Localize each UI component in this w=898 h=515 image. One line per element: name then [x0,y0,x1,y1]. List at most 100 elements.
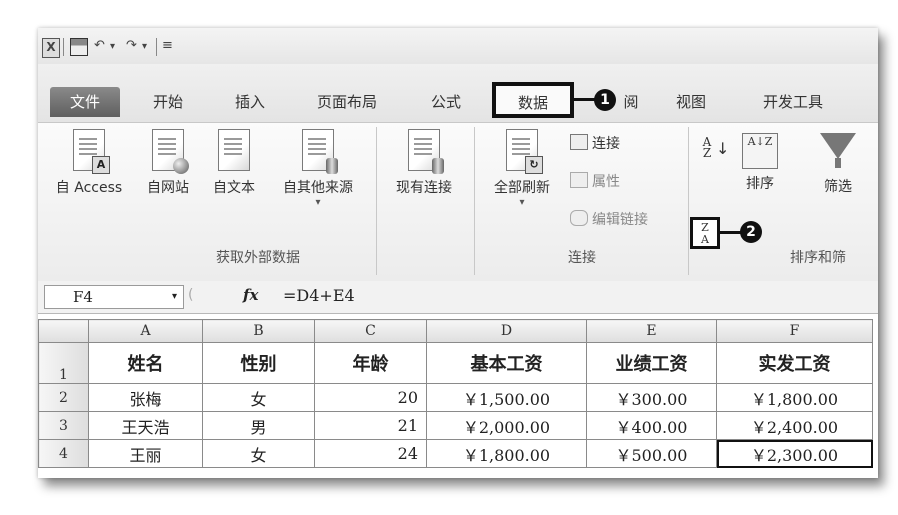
cell[interactable]: 基本工资 [426,342,587,384]
cell[interactable]: 业绩工资 [586,342,717,384]
customize-qat-icon[interactable]: ≡ [162,38,173,56]
excel-logo-icon[interactable]: X [42,38,60,58]
formula-input[interactable]: =D4+E4 [283,284,355,308]
column-header[interactable]: E [586,319,717,343]
properties-button[interactable]: 属性 [570,171,620,191]
select-all-corner[interactable] [38,319,89,343]
tab-data[interactable]: 数据 [492,82,574,118]
cell[interactable]: 王丽 [88,439,203,468]
table-row: 1 姓名 性别 年龄 基本工资 业绩工资 实发工资 [38,342,873,384]
sort-ascending-button[interactable]: AZ [698,136,716,159]
row-header[interactable]: 3 [38,411,89,440]
cell[interactable]: 20 [314,383,427,412]
undo-icon[interactable]: ↶ [94,38,105,56]
cell[interactable]: ￥1,500.00 [426,383,587,412]
tab-file[interactable]: 文件 [50,87,120,117]
from-access-button[interactable]: A 自 Access [46,129,132,197]
refresh-all-label: 全部刷新 [494,180,550,196]
cell[interactable]: 男 [202,411,315,440]
cell[interactable]: ￥400.00 [586,411,717,440]
row-header[interactable]: 2 [38,383,89,412]
tab-insert[interactable]: 插入 [220,87,280,117]
sort-button[interactable]: A↓Z 排序 [734,133,786,193]
quick-access-toolbar: X ↶ ▾ ↷ ▾ ≡ [38,28,878,64]
cell[interactable]: 年龄 [314,342,427,384]
cell[interactable]: 24 [314,439,427,468]
chevron-down-icon: ▾ [315,197,321,208]
from-text-button[interactable]: 自文本 [204,129,264,197]
column-header[interactable]: A [88,319,203,343]
tab-review[interactable]: 阅 [616,87,646,117]
column-header[interactable]: C [314,319,427,343]
existing-connections-icon [408,129,444,174]
tab-formulas[interactable]: 公式 [416,87,476,117]
cell[interactable]: ￥1,800.00 [716,383,873,412]
edit-links-label: 编辑链接 [592,212,648,228]
cell[interactable]: 张梅 [88,383,203,412]
web-icon [152,129,189,174]
sort-descending-button[interactable]: ZA [690,217,720,249]
chevron-down-icon[interactable]: ▾ [172,286,177,308]
cell[interactable]: 王天浩 [88,411,203,440]
redo-icon[interactable]: ↷ [126,38,137,56]
row-header[interactable]: 1 [38,342,89,384]
from-other-sources-button[interactable]: 自其他来源 ▾ [270,129,366,208]
formula-separator-icon: ( [188,287,194,303]
qat-separator [156,38,157,56]
cell[interactable]: ￥2,400.00 [716,411,873,440]
sort-ascending-arrow-icon: ↓ [716,139,730,158]
cell[interactable]: ￥300.00 [586,383,717,412]
callout-line-1 [574,98,596,101]
cell[interactable]: ￥2,000.00 [426,411,587,440]
from-other-label: 自其他来源 [283,180,353,196]
spreadsheet-grid: A B C D E F 1 姓名 性别 年龄 基本工资 业绩工资 实发工资 2 … [38,319,878,468]
from-web-button[interactable]: 自网站 [138,129,198,197]
row-header[interactable]: 4 [38,439,89,468]
name-box-value: F4 [73,288,93,306]
tab-home[interactable]: 开始 [138,87,198,117]
callout-line-2 [720,231,742,234]
edit-links-button[interactable]: 编辑链接 [570,209,648,229]
column-header[interactable]: D [426,319,587,343]
cell[interactable]: 姓名 [88,342,203,384]
refresh-icon: ↻ [506,129,543,174]
insert-function-icon[interactable]: fx [243,286,258,304]
refresh-all-button[interactable]: ↻ 全部刷新 ▾ [482,129,562,208]
cell[interactable]: 女 [202,439,315,468]
redo-dropdown-icon[interactable]: ▾ [142,41,147,59]
column-header[interactable]: B [202,319,315,343]
selected-cell-f4[interactable]: ￥2,300.00 [716,439,873,468]
sort-label: 排序 [746,176,774,192]
tab-view[interactable]: 视图 [666,87,716,117]
cell[interactable]: 女 [202,383,315,412]
ribbon-data: A 自 Access 自网站 自文本 自其他来源 ▾ 现有连接 获取外部数据 ↻… [38,122,878,282]
from-web-label: 自网站 [147,180,189,196]
cell[interactable]: 实发工资 [716,342,873,384]
tab-developer[interactable]: 开发工具 [748,87,838,117]
group-label-get-external: 获取外部数据 [216,250,300,266]
cell[interactable]: 21 [314,411,427,440]
tab-page-layout[interactable]: 页面布局 [302,87,392,117]
link-icon [570,210,588,226]
qat-separator [63,38,64,56]
cell[interactable]: ￥500.00 [586,439,717,468]
properties-icon [570,172,588,188]
filter-label: 筛选 [824,179,852,195]
connections-button[interactable]: 连接 [570,133,620,153]
chevron-down-icon: ▾ [519,197,525,208]
text-file-icon [218,129,250,171]
cell[interactable]: ￥1,800.00 [426,439,587,468]
undo-dropdown-icon[interactable]: ▾ [110,41,115,59]
column-header[interactable]: F [716,319,873,343]
save-icon[interactable] [70,38,88,56]
connections-label: 连接 [592,136,620,152]
filter-button[interactable]: 筛选 [808,133,868,196]
name-box[interactable]: F4 ▾ [44,285,184,309]
from-access-label: 自 Access [55,180,123,196]
existing-connections-button[interactable]: 现有连接 [384,129,464,197]
cell[interactable]: 性别 [202,342,315,384]
table-row: 2 张梅 女 20 ￥1,500.00 ￥300.00 ￥1,800.00 [38,383,873,412]
ribbon-separator [688,127,689,275]
from-text-label: 自文本 [213,180,255,196]
filter-funnel-stem [835,158,841,168]
